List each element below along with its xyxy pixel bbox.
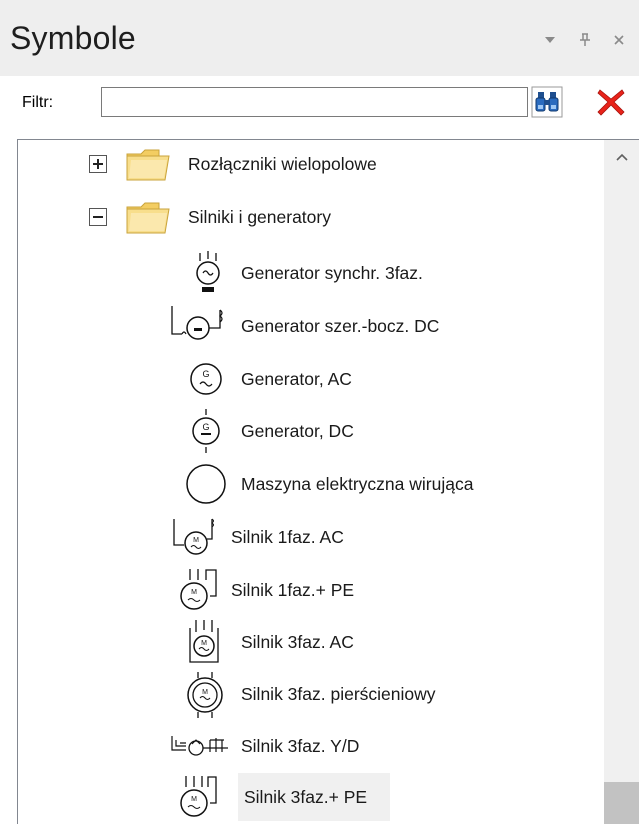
svg-text:M: M [191, 589, 197, 596]
motor-1phase-pe-icon: M [180, 569, 217, 610]
svg-text:M: M [191, 796, 197, 803]
tree-item[interactable]: M Silnik 1faz. AC [168, 513, 598, 561]
svg-text:G: G [202, 369, 209, 379]
filter-row: Filtr: [0, 76, 639, 132]
clear-filter-icon[interactable] [595, 86, 627, 118]
generator-ac-icon: G [190, 363, 222, 395]
item-label: Silnik 1faz. AC [231, 527, 344, 547]
generator-synchronous-icon [196, 251, 220, 292]
svg-text:G: G [202, 422, 209, 432]
scroll-thumb[interactable] [604, 782, 639, 824]
tree-item[interactable]: Maszyna elektryczna wirująca [178, 460, 598, 508]
item-label: Silnik 3faz. AC [241, 632, 354, 652]
svg-text:M: M [193, 537, 199, 544]
item-label: Generator synchr. 3faz. [241, 263, 423, 283]
item-label: Silnik 1faz.+ PE [231, 580, 355, 600]
folder-open-icon [126, 202, 170, 234]
symbol-tree[interactable]: Rozłączniki wielopolowe Silniki i genera… [17, 139, 639, 824]
item-label: Silnik 3faz. Y/D [241, 736, 360, 756]
tree-item[interactable]: M Silnik 3faz. pierścieniowy [178, 670, 598, 718]
binoculars-icon[interactable] [531, 86, 563, 118]
tree-item[interactable]: M Silnik 3faz. AC [178, 618, 598, 666]
folder-icon [126, 149, 170, 181]
tree-item[interactable]: M Silnik 3faz.+ PE [168, 773, 598, 821]
item-label: Generator, DC [241, 421, 354, 441]
item-label: Silnik 3faz. pierścieniowy [241, 684, 436, 704]
filter-label: Filtr: [22, 94, 54, 111]
close-icon[interactable] [609, 30, 629, 50]
scroll-up-arrow-icon[interactable] [604, 140, 639, 174]
svg-text:M: M [202, 689, 208, 696]
tree-item[interactable]: Generator synchr. 3faz. [178, 249, 598, 297]
motor-star-delta-icon [171, 736, 228, 756]
collapse-minus-icon[interactable] [89, 208, 107, 226]
tree-item[interactable]: G Generator, AC [178, 355, 598, 403]
generator-dc-icon: G [192, 409, 220, 453]
item-label: Generator, AC [241, 369, 352, 389]
motor-3phase-pe-icon: M [180, 776, 217, 817]
item-label: Silnik 3faz.+ PE [244, 787, 368, 807]
tree-item[interactable]: Generator szer.-bocz. DC [168, 302, 598, 350]
pin-icon[interactable] [575, 30, 595, 50]
tree-item[interactable]: G Generator, DC [178, 407, 598, 455]
folder-label: Silniki i generatory [188, 207, 331, 227]
dropdown-icon[interactable] [540, 30, 560, 50]
item-label: Generator szer.-bocz. DC [241, 316, 440, 336]
vertical-scrollbar[interactable] [604, 140, 639, 824]
rotating-machine-icon [186, 464, 226, 504]
tree-item[interactable]: Silnik 3faz. Y/D [168, 722, 598, 770]
panel-titlebar: Symbole [0, 0, 639, 76]
motor-slip-ring-icon: M [187, 672, 223, 718]
tree-item[interactable]: M Silnik 1faz.+ PE [168, 566, 598, 614]
generator-compound-dc-icon [171, 306, 223, 340]
motor-1phase-ac-icon: M [173, 518, 214, 555]
panel-title: Symbole [10, 20, 136, 56]
expand-plus-icon[interactable] [89, 155, 107, 173]
filter-input[interactable] [101, 87, 528, 117]
folder-label: Rozłączniki wielopolowe [188, 154, 377, 174]
tree-folder-silniki[interactable]: Silniki i generatory [18, 193, 608, 241]
tree-folder-rozlaczniki[interactable]: Rozłączniki wielopolowe [18, 140, 608, 188]
item-label: Maszyna elektryczna wirująca [241, 474, 474, 494]
motor-3phase-ac-icon: M [189, 620, 219, 663]
svg-text:M: M [201, 640, 207, 647]
